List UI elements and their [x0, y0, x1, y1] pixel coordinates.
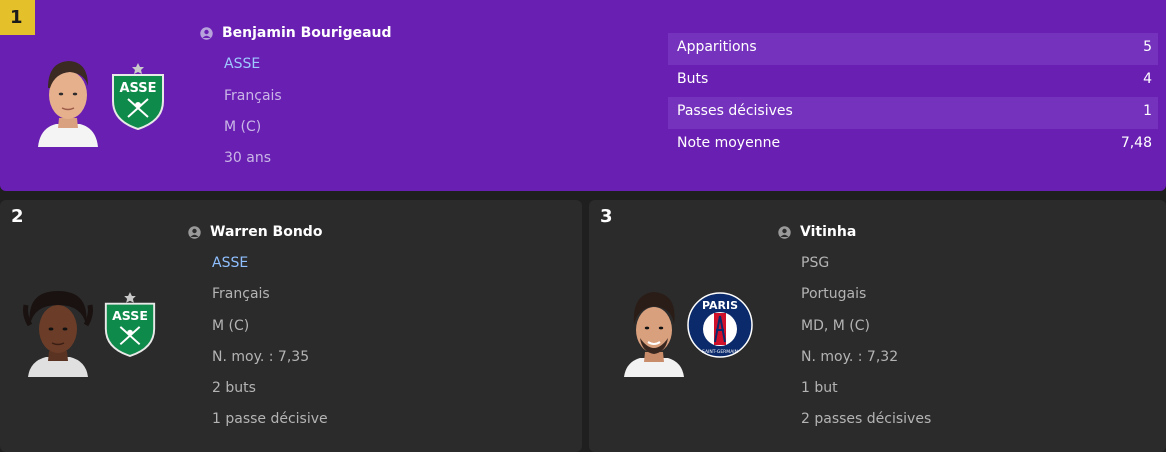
club-link[interactable]: ASSE [224, 56, 260, 72]
player-name[interactable]: Benjamin Bourigeaud [222, 25, 392, 41]
asse-crest-icon[interactable]: ASSE [108, 61, 168, 131]
stat-row-note: Note moyenne 7,48 [668, 129, 1158, 161]
stat-value: 4 [1143, 71, 1152, 87]
age: 30 ans [224, 150, 272, 166]
stat-row-buts: Buts 4 [668, 65, 1158, 97]
person-icon [188, 226, 201, 239]
rank-label: 3 [600, 206, 613, 227]
player-card-1[interactable]: 1 ASSE Benjamin Bourigeaud ASSE Français… [0, 0, 1166, 191]
person-icon [200, 27, 213, 40]
player-portrait[interactable] [30, 48, 106, 147]
nationality: Portugais [801, 286, 867, 302]
player-portrait[interactable] [620, 286, 688, 377]
asse-crest-text: ASSE [119, 81, 156, 96]
stat-label: Note moyenne [677, 135, 781, 151]
stats-table: Apparitions 5 Buts 4 Passes décisives 1 … [668, 33, 1158, 161]
goals: 2 buts [212, 380, 256, 396]
psg-crest-icon[interactable]: PARIS SAINT-GERMAIN [687, 292, 753, 358]
assists: 1 passe décisive [212, 411, 328, 427]
rank-label: 2 [11, 206, 24, 227]
player-name[interactable]: Warren Bondo [210, 224, 322, 240]
stat-value: 7,48 [1120, 135, 1152, 151]
stat-row-apparitions: Apparitions 5 [668, 33, 1158, 65]
rank-badge: 1 [0, 0, 35, 35]
club-link[interactable]: PSG [801, 255, 829, 271]
position: M (C) [212, 318, 250, 334]
nationality: Français [224, 88, 282, 104]
stat-label: Apparitions [677, 39, 757, 55]
stat-value: 5 [1143, 39, 1152, 55]
player-name[interactable]: Vitinha [800, 224, 856, 240]
position: M (C) [224, 119, 262, 135]
stat-label: Passes décisives [677, 103, 793, 119]
stat-value: 1 [1143, 103, 1152, 119]
psg-crest-subtext: SAINT-GERMAIN [702, 349, 738, 355]
club-link[interactable]: ASSE [212, 255, 248, 271]
stat-row-passes: Passes décisives 1 [668, 97, 1158, 129]
person-icon [778, 226, 791, 239]
player-card-3[interactable]: 3 PARIS SAINT-GERMAIN Vitinha PSG Portug… [589, 200, 1166, 452]
assists: 2 passes décisives [801, 411, 932, 427]
asse-crest-icon[interactable]: ASSE [101, 290, 159, 358]
nationality: Français [212, 286, 270, 302]
psg-crest-text: PARIS [702, 299, 738, 312]
average-rating: N. moy. : 7,32 [801, 349, 899, 365]
asse-crest-text: ASSE [112, 308, 148, 323]
goals: 1 but [801, 380, 838, 396]
average-rating: N. moy. : 7,35 [212, 349, 310, 365]
player-portrait[interactable] [16, 285, 100, 377]
player-card-2[interactable]: 2 ASSE Warren Bondo ASSE Français M (C) … [0, 200, 582, 452]
position: MD, M (C) [801, 318, 870, 334]
stat-label: Buts [677, 71, 709, 87]
